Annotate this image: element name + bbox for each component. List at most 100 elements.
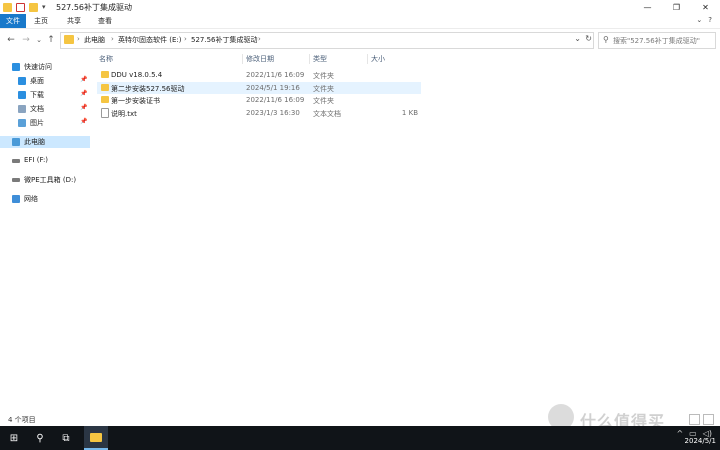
chevron-up-icon[interactable]: ^	[676, 429, 683, 438]
file-name: DDU v18.0.5.4	[111, 71, 163, 79]
nav-label: 快速访问	[24, 63, 52, 71]
forward-button[interactable]: →	[20, 34, 32, 46]
customize-toolbar-icon[interactable]: ▾	[42, 3, 46, 11]
drive-icon	[12, 178, 20, 182]
column-divider[interactable]	[309, 54, 310, 64]
column-header-name[interactable]: 名称	[99, 54, 113, 64]
folder-icon	[64, 35, 74, 44]
nav-item-drive-d[interactable]: 微PE工具箱 (D:)	[0, 174, 90, 186]
help-icon[interactable]: ?	[708, 16, 712, 24]
status-item-count: 4 个项目	[8, 416, 36, 424]
breadcrumb-drive-e[interactable]: 英特尔固态软件 (E:)	[118, 35, 181, 45]
network-icon	[12, 195, 20, 203]
nav-item-desktop[interactable]: 桌面 📌	[0, 75, 90, 87]
file-row[interactable]: DDU v18.0.5.4 2022/11/6 16:09 文件夹	[97, 69, 421, 81]
file-name: 说明.txt	[111, 110, 137, 118]
file-date: 2022/11/6 16:09	[246, 71, 305, 79]
folder-icon	[3, 2, 12, 12]
nav-item-drive-f[interactable]: EFI (F:)	[0, 155, 90, 167]
column-header-date[interactable]: 修改日期	[246, 54, 274, 64]
column-header-size[interactable]: 大小	[371, 54, 385, 64]
file-row[interactable]: 第二步安装527.56驱动 2024/5/1 19:16 文件夹	[97, 82, 421, 94]
search-button[interactable]: ⚲	[28, 426, 52, 450]
nav-item-downloads[interactable]: 下载 📌	[0, 89, 90, 101]
properties-icon[interactable]	[16, 2, 25, 12]
pin-icon[interactable]: 📌	[80, 118, 87, 125]
nav-item-pictures[interactable]: 图片 📌	[0, 117, 90, 129]
tab-file[interactable]: 文件	[0, 14, 26, 28]
pin-icon[interactable]: 📌	[80, 76, 87, 83]
address-dropdown-icon[interactable]: ⌄	[574, 34, 581, 43]
nav-item-network[interactable]: 网络	[0, 193, 90, 205]
ribbon: 文件 主页 共享 查看 ⌄ ?	[0, 14, 720, 29]
nav-item-this-pc[interactable]: 此电脑	[0, 136, 90, 148]
file-size: 1 KB	[401, 109, 418, 117]
pin-icon[interactable]: 📌	[80, 104, 87, 111]
ribbon-tools: ⌄ ?	[696, 16, 712, 24]
computer-icon	[12, 138, 20, 146]
column-header-type[interactable]: 类型	[313, 54, 327, 64]
file-type: 文本文档	[313, 110, 341, 118]
file-date: 2022/11/6 16:09	[246, 96, 305, 104]
quick-access-toolbar: ▾	[3, 1, 46, 13]
nav-label: 网络	[24, 195, 38, 203]
navigation-pane: 快速访问 桌面 📌 下载 📌 文档 📌 图片 📌 此电脑 EFI (F:) 微P…	[0, 52, 90, 408]
window-title: 527.56补丁集成驱动	[56, 3, 132, 12]
drive-icon	[12, 159, 20, 163]
tab-home[interactable]: 主页	[30, 14, 52, 28]
address-row: ← → ⌄ ↑ › 此电脑 › 英特尔固态软件 (E:) › 527.56补丁集…	[0, 30, 720, 50]
file-type: 文件夹	[313, 85, 334, 93]
desktop-icon	[18, 77, 26, 85]
file-type: 文件夹	[313, 97, 334, 105]
search-icon: ⚲	[603, 35, 609, 44]
breadcrumb-separator: ›	[184, 35, 187, 43]
column-divider[interactable]	[242, 54, 243, 64]
start-button[interactable]: ⊞	[2, 426, 26, 450]
file-date: 2024/5/1 19:16	[246, 84, 300, 92]
nav-label: 文档	[30, 105, 44, 113]
breadcrumb-separator: ›	[111, 35, 114, 43]
tab-view[interactable]: 查看	[94, 14, 116, 28]
minimize-button[interactable]: —	[633, 0, 662, 14]
file-explorer-icon	[90, 432, 102, 442]
refresh-icon[interactable]: ↻	[585, 34, 592, 43]
new-folder-icon[interactable]	[29, 2, 38, 12]
task-view-button[interactable]: ⧉	[54, 426, 78, 450]
column-divider[interactable]	[367, 54, 368, 64]
pin-icon[interactable]: 📌	[80, 90, 87, 97]
back-button[interactable]: ←	[5, 34, 17, 46]
text-file-icon	[101, 108, 109, 118]
recent-locations-button[interactable]: ⌄	[33, 34, 45, 46]
up-button[interactable]: ↑	[45, 34, 57, 46]
clock-date[interactable]: 2024/5/1	[685, 437, 716, 445]
nav-quick-access[interactable]: 快速访问	[0, 61, 90, 73]
file-date: 2023/1/3 16:30	[246, 109, 300, 117]
nav-item-documents[interactable]: 文档 📌	[0, 103, 90, 115]
expand-ribbon-icon[interactable]: ⌄	[696, 16, 702, 24]
maximize-button[interactable]: ❐	[662, 0, 691, 14]
taskbar-file-explorer[interactable]	[84, 426, 108, 450]
breadcrumb-separator: ›	[77, 35, 80, 43]
close-button[interactable]: ✕	[691, 0, 720, 14]
tab-share[interactable]: 共享	[62, 14, 86, 28]
star-icon	[12, 63, 20, 71]
breadcrumb-this-pc[interactable]: 此电脑	[84, 35, 105, 45]
address-bar[interactable]: › 此电脑 › 英特尔固态软件 (E:) › 527.56补丁集成驱动 › ⌄ …	[60, 32, 594, 49]
nav-label: 下载	[30, 91, 44, 99]
nav-label: 微PE工具箱 (D:)	[24, 176, 77, 184]
file-row[interactable]: 第一步安装证书 2022/11/6 16:09 文件夹	[97, 94, 421, 106]
documents-icon	[18, 105, 26, 113]
search-box[interactable]: ⚲ 搜索"527.56补丁集成驱动"	[598, 32, 716, 49]
folder-icon	[101, 84, 109, 91]
nav-label: 图片	[30, 119, 44, 127]
file-name: 第二步安装527.56驱动	[111, 85, 185, 93]
download-icon	[18, 91, 26, 99]
pictures-icon	[18, 119, 26, 127]
breadcrumb-current-folder[interactable]: 527.56补丁集成驱动	[191, 35, 258, 45]
column-headers: 名称 修改日期 类型 大小	[90, 52, 720, 66]
folder-icon	[101, 96, 109, 103]
file-name: 第一步安装证书	[111, 97, 160, 105]
file-row[interactable]: 说明.txt 2023/1/3 16:30 文本文档 1 KB	[97, 107, 421, 119]
nav-label: EFI (F:)	[24, 156, 49, 164]
window-controls: — ❐ ✕	[633, 0, 720, 14]
